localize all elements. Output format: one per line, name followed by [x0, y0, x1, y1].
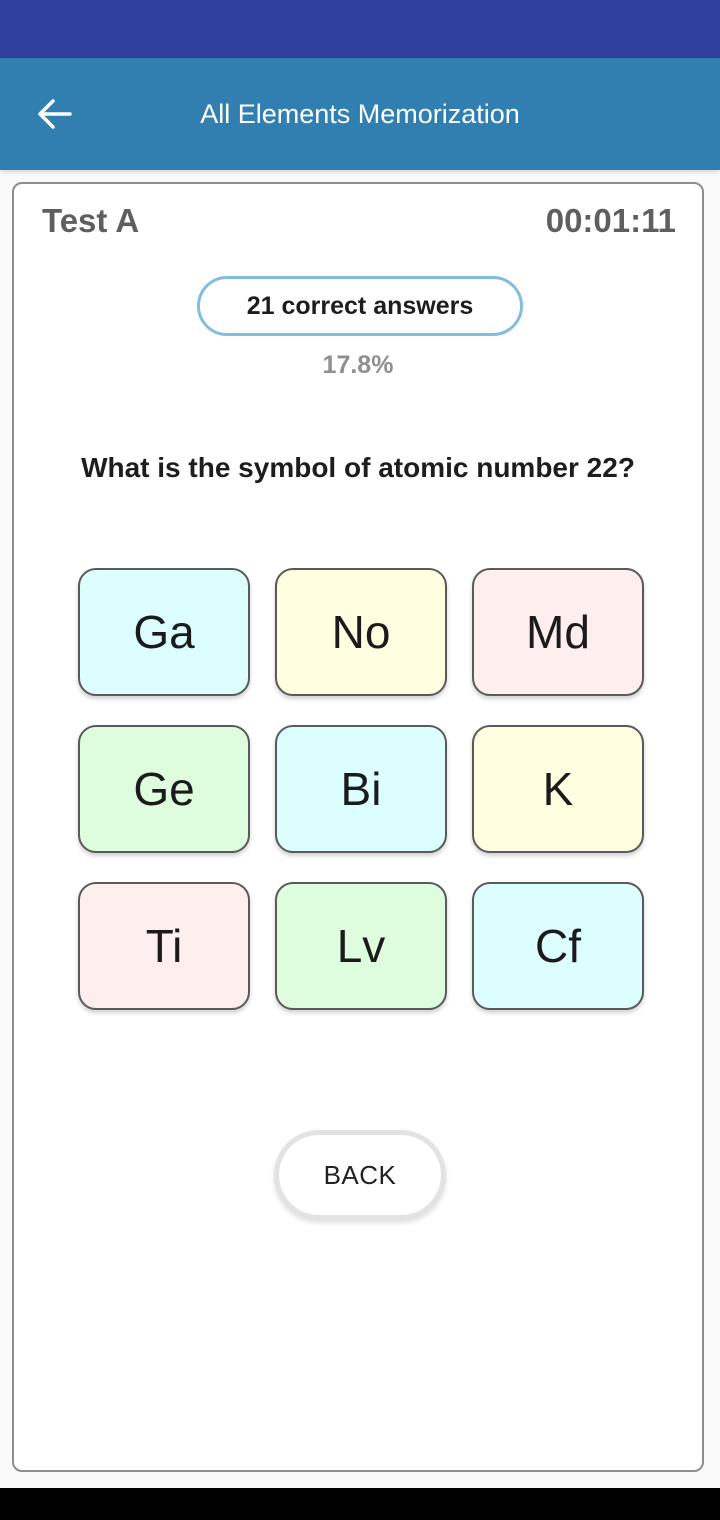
timer: 00:01:11 — [545, 202, 676, 239]
answer-option[interactable]: No — [275, 568, 447, 696]
answer-option[interactable]: Lv — [275, 882, 447, 1010]
answer-option[interactable]: Bi — [275, 725, 447, 853]
answer-option[interactable]: Ga — [78, 568, 250, 696]
status-bar — [0, 0, 720, 58]
answer-option[interactable]: Md — [472, 568, 644, 696]
back-button[interactable]: BACK — [274, 1130, 446, 1220]
page-title: All Elements Memorization — [200, 99, 520, 129]
answer-option[interactable]: Ti — [78, 882, 250, 1010]
score-badge: 21 correct answers — [197, 276, 523, 336]
answer-option[interactable]: K — [472, 725, 644, 853]
navigation-bar — [0, 1488, 720, 1520]
app-bar: All Elements Memorization — [0, 58, 720, 170]
answer-option[interactable]: Ge — [78, 725, 250, 853]
score-percent: 17.8% — [322, 351, 394, 379]
answer-option[interactable]: Cf — [472, 882, 644, 1010]
quiz-card: Test A 00:01:11 21 correct answers 17.8%… — [12, 182, 704, 1472]
test-name: Test A — [42, 202, 140, 239]
question-text: What is the symbol of atomic number 22? — [81, 452, 635, 483]
